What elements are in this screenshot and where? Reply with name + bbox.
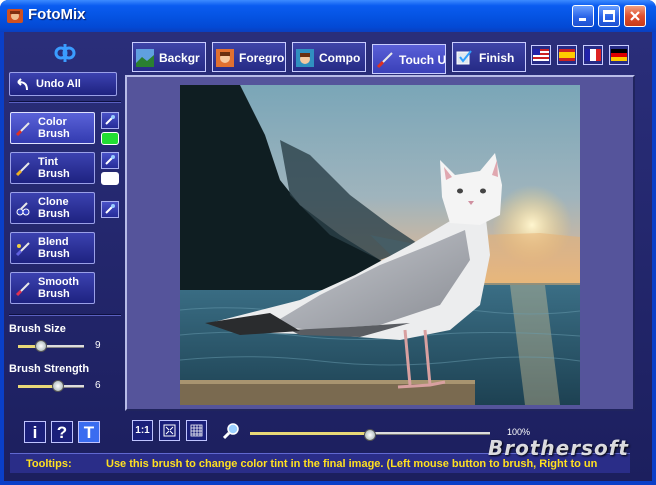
minimize-button[interactable] [572, 5, 594, 27]
tab-label: Foregro [239, 51, 285, 65]
language-english-button[interactable] [531, 45, 551, 65]
tooltips-toggle-button[interactable]: T [78, 421, 100, 443]
magnifier-icon [223, 423, 239, 440]
image-canvas[interactable] [125, 75, 635, 411]
compose-icon [296, 49, 314, 67]
app-window: FotoMix Undo All Color Brush Tint Brush … [0, 0, 656, 485]
brush-label-line1: Tint [38, 156, 58, 168]
tab-label: Touch U [399, 53, 446, 67]
close-button[interactable] [624, 5, 646, 27]
landscape-icon [136, 49, 154, 67]
tab-foreground[interactable]: Foregro [212, 42, 286, 72]
tint-brush-button[interactable]: Tint Brush [10, 152, 95, 184]
tooltip-label: Tooltips: [26, 458, 72, 470]
zoom-fill [250, 432, 370, 435]
info-button[interactable]: i [24, 421, 46, 443]
help-button[interactable]: ? [51, 421, 73, 443]
tab-touch-up[interactable]: Touch U [372, 44, 446, 74]
brush-size-label: Brush Size [9, 323, 66, 335]
grid-toggle-button[interactable] [186, 420, 207, 441]
fit-to-window-button[interactable] [159, 420, 180, 441]
tab-label: Compo [319, 51, 361, 65]
brush-strength-value: 6 [95, 380, 101, 391]
zoom-thumb[interactable] [364, 429, 376, 441]
brush-strength-slider[interactable] [18, 380, 84, 392]
separator [9, 101, 121, 103]
color-swatch[interactable] [101, 132, 119, 145]
brush-label-line2: Brush [38, 208, 70, 220]
brush-label-line2: Brush [38, 288, 70, 300]
brush-strength-thumb[interactable] [52, 380, 64, 392]
app-icon [7, 9, 23, 23]
tab-finish[interactable]: Finish [452, 42, 526, 72]
maximize-icon [603, 10, 615, 22]
blend-brush-icon [15, 242, 30, 257]
smooth-brush-button[interactable]: Smooth Brush [10, 272, 95, 304]
zoom-1to1-button[interactable]: 1:1 [132, 420, 153, 441]
fotomix-logo-icon [54, 44, 76, 62]
grid-icon [190, 424, 203, 437]
brush-size-slider[interactable] [18, 340, 84, 352]
clone-source-button[interactable] [101, 201, 119, 218]
color-brush-button[interactable]: Color Brush [10, 112, 95, 144]
finish-icon [456, 50, 472, 65]
clone-brush-icon [16, 202, 30, 216]
undo-icon [17, 78, 28, 91]
eyedropper-icon [105, 115, 115, 125]
brush-label-line1: Blend [38, 236, 69, 248]
face-icon [216, 49, 234, 67]
title-bar[interactable]: FotoMix [0, 0, 656, 32]
brush-size-value: 9 [95, 340, 101, 351]
spain-flag-icon [559, 49, 575, 61]
clone-brush-button[interactable]: Clone Brush [10, 192, 95, 224]
tab-compose[interactable]: Compo [292, 42, 366, 72]
smooth-brush-icon [15, 282, 30, 297]
germany-flag-icon [611, 49, 627, 61]
tint-brush-icon [15, 162, 30, 177]
separator [9, 314, 121, 316]
brush-label-line1: Clone [38, 196, 69, 208]
brush-size-thumb[interactable] [35, 340, 47, 352]
minimize-icon [579, 18, 586, 21]
tint-swatch[interactable] [101, 172, 119, 185]
brush-label-line2: Brush [38, 248, 70, 260]
eyedropper-icon [105, 204, 115, 214]
language-german-button[interactable] [609, 45, 629, 65]
eyedropper-icon [105, 155, 115, 165]
tint-picker-button[interactable] [101, 152, 119, 169]
tab-label: Backgr [159, 51, 200, 65]
paintbrush-icon [15, 122, 30, 137]
us-flag-icon [533, 49, 549, 61]
composite-photo[interactable] [180, 85, 580, 405]
window-title: FotoMix [28, 6, 86, 23]
tab-label: Finish [479, 51, 515, 65]
tab-background[interactable]: Backgr [132, 42, 206, 72]
color-picker-button[interactable] [101, 112, 119, 129]
undo-all-button[interactable]: Undo All [9, 72, 117, 96]
fit-window-icon [163, 424, 176, 437]
france-flag-icon [585, 49, 601, 61]
watermark: Brothersoft [488, 436, 629, 460]
paintbrush-icon [376, 52, 393, 69]
undo-all-label: Undo All [36, 78, 81, 90]
brush-label-line1: Smooth [38, 276, 79, 288]
brush-strength-label: Brush Strength [9, 363, 90, 375]
language-spanish-button[interactable] [557, 45, 577, 65]
client-area: Undo All Color Brush Tint Brush Clone Brush [4, 32, 652, 481]
maximize-button[interactable] [598, 5, 620, 27]
brush-label-line2: Brush [38, 168, 70, 180]
brush-label-line1: Color [38, 116, 67, 128]
brush-label-line2: Brush [38, 128, 70, 140]
close-icon [630, 11, 640, 21]
blend-brush-button[interactable]: Blend Brush [10, 232, 95, 264]
language-french-button[interactable] [583, 45, 603, 65]
